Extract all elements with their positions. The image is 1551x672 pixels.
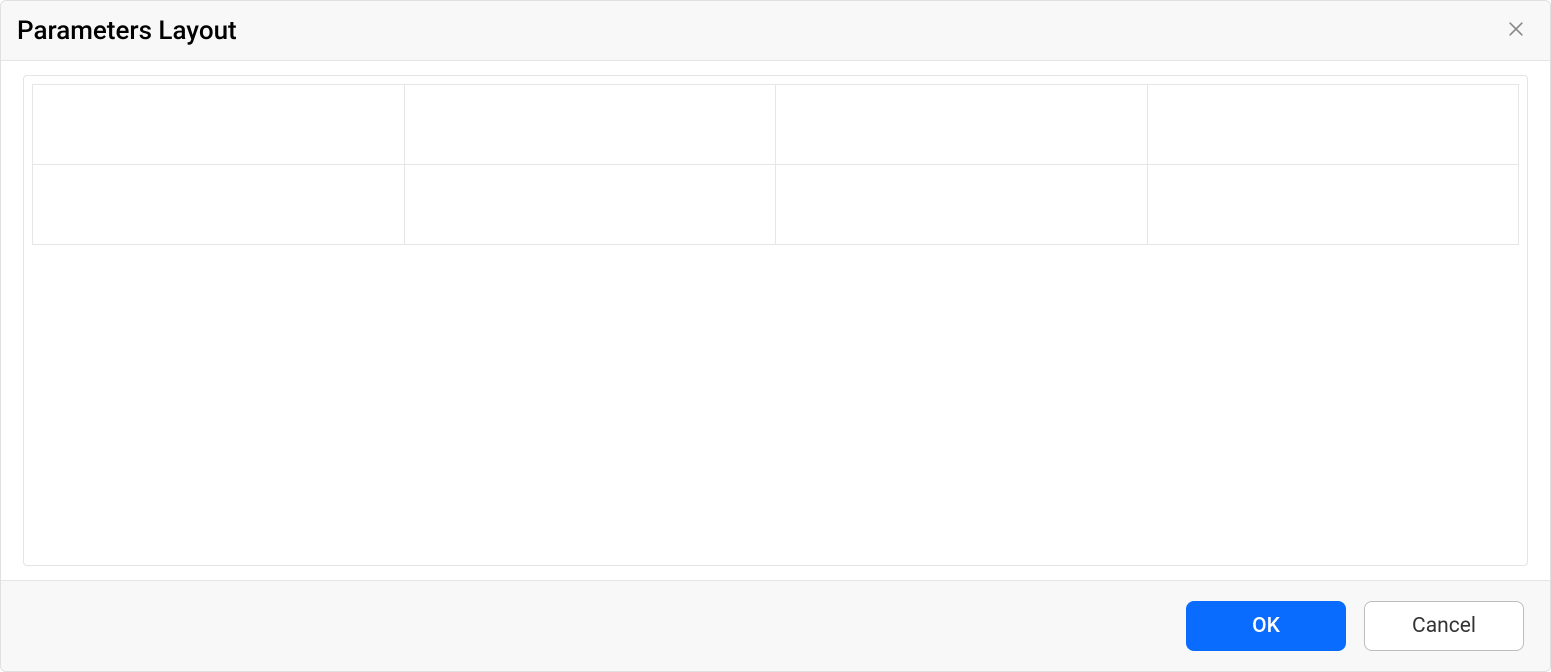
close-icon xyxy=(1506,19,1526,42)
layout-cell[interactable] xyxy=(776,85,1148,165)
dialog-body xyxy=(1,61,1550,580)
dialog-header: Parameters Layout xyxy=(1,1,1550,61)
ok-button[interactable]: OK xyxy=(1186,601,1346,651)
close-button[interactable] xyxy=(1502,15,1530,46)
layout-cell[interactable] xyxy=(33,165,405,245)
parameters-layout-dialog: Parameters Layout OK xyxy=(0,0,1551,672)
dialog-title: Parameters Layout xyxy=(17,16,237,46)
layout-cell[interactable] xyxy=(405,165,777,245)
layout-grid xyxy=(32,84,1519,245)
layout-cell[interactable] xyxy=(776,165,1148,245)
cancel-button[interactable]: Cancel xyxy=(1364,601,1524,651)
layout-cell[interactable] xyxy=(405,85,777,165)
layout-cell[interactable] xyxy=(33,85,405,165)
layout-cell[interactable] xyxy=(1148,165,1520,245)
layout-cell[interactable] xyxy=(1148,85,1520,165)
layout-container xyxy=(23,75,1528,566)
dialog-footer: OK Cancel xyxy=(1,580,1550,671)
